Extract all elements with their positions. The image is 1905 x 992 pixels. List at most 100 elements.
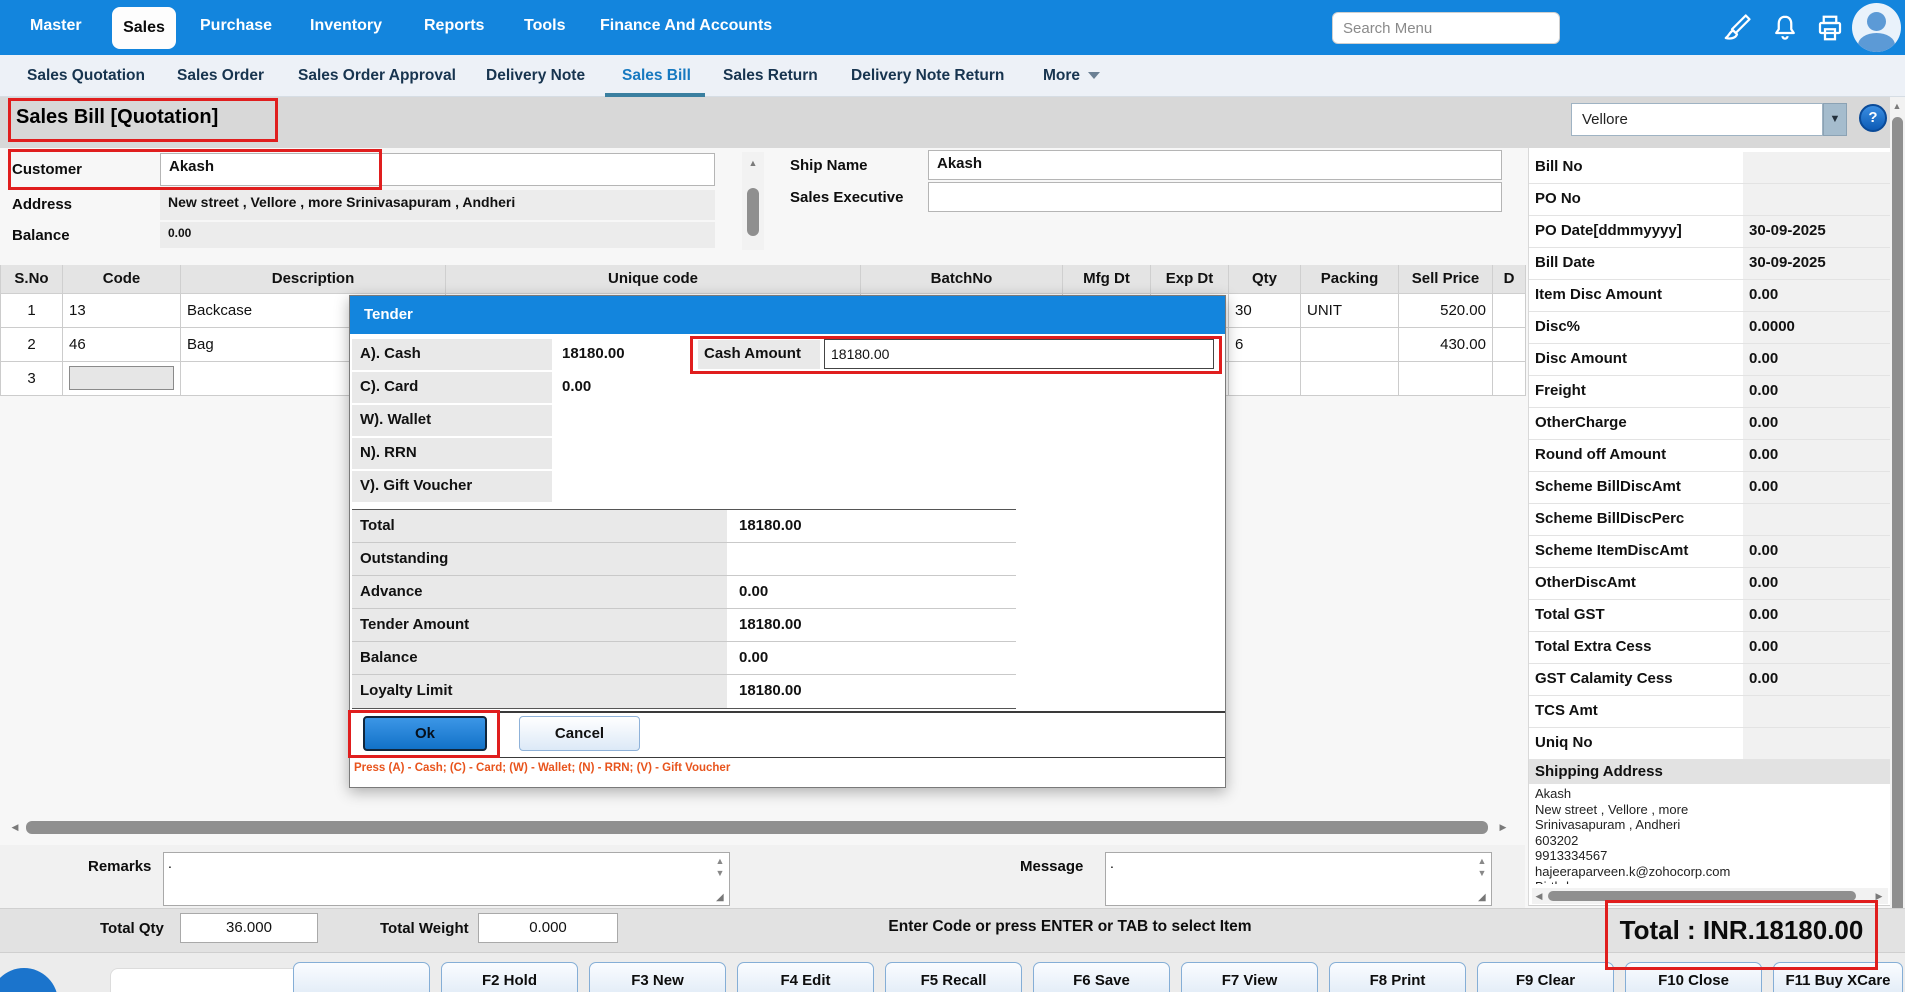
- address-label: Address: [12, 196, 72, 213]
- scrollbar-thumb[interactable]: [26, 821, 1488, 834]
- fn-button-f9-clear[interactable]: F9 Clear: [1477, 962, 1614, 992]
- tender-dialog-title: Tender: [350, 296, 1225, 334]
- cash-amount-input[interactable]: 18180.00: [824, 339, 1214, 369]
- tab-more[interactable]: More: [1043, 67, 1100, 85]
- page-title: Sales Bill [Quotation]: [16, 106, 218, 129]
- resize-grip-icon[interactable]: ◢: [1478, 892, 1486, 903]
- tab-sales-bill-active[interactable]: Sales Bill: [622, 67, 691, 85]
- app-window: Master Sales Purchase Inventory Reports …: [0, 0, 1905, 992]
- panel-row: Uniq No: [1529, 728, 1890, 760]
- panel-row: Freight0.00: [1529, 376, 1890, 408]
- menu-inventory[interactable]: Inventory: [310, 17, 382, 35]
- dialog-separator: [350, 757, 1225, 758]
- menu-reports[interactable]: Reports: [424, 17, 484, 35]
- panel-row: PO No: [1529, 184, 1890, 216]
- fn-button-f3-new[interactable]: F3 New: [589, 962, 726, 992]
- total-qty-value[interactable]: 36.000: [180, 913, 318, 943]
- fn-button-f10-close[interactable]: F10 Close: [1625, 962, 1762, 992]
- notifications-bell-icon[interactable]: [1770, 13, 1800, 43]
- scroll-left-icon[interactable]: ◀: [8, 822, 22, 832]
- customer-input[interactable]: Akash: [160, 153, 715, 186]
- customer-scrollbar[interactable]: ▲: [742, 152, 764, 250]
- panel-row: Item Disc Amount0.00: [1529, 280, 1890, 312]
- tender-summary-table: Total18180.00 Outstanding Advance0.00 Te…: [352, 509, 1016, 709]
- col-exp-dt: Exp Dt: [1151, 265, 1229, 293]
- panel-row: OtherDiscAmt0.00: [1529, 568, 1890, 600]
- fn-button-f5-recall[interactable]: F5 Recall: [885, 962, 1022, 992]
- scrollbar-thumb[interactable]: [747, 188, 759, 236]
- tab-delivery-note-return[interactable]: Delivery Note Return: [851, 67, 1004, 85]
- col-packing: Packing: [1301, 265, 1399, 293]
- col-sell-price: Sell Price: [1399, 265, 1493, 293]
- table-h-scrollbar[interactable]: ◀ ▶: [8, 818, 1512, 836]
- menu-sales-active[interactable]: Sales: [112, 7, 176, 49]
- page-v-scrollbar[interactable]: ▲ ▼: [1890, 97, 1905, 992]
- shipping-address-text: Akash New street , Vellore , more Sriniv…: [1529, 784, 1890, 884]
- tender-cash-value: 18180.00: [562, 339, 625, 362]
- col-mfg-dt: Mfg Dt: [1063, 265, 1151, 293]
- total-weight-value[interactable]: 0.000: [478, 913, 618, 943]
- message-scroll-arrows[interactable]: ▲▼: [1474, 855, 1490, 879]
- scroll-left-icon[interactable]: ◀: [1532, 891, 1546, 901]
- tender-rrn-label: N). RRN: [352, 438, 552, 469]
- fn-button-f2-hold[interactable]: F2 Hold: [441, 962, 578, 992]
- fn-button-f6-save[interactable]: F6 Save: [1033, 962, 1170, 992]
- tab-sales-quotation[interactable]: Sales Quotation: [27, 67, 145, 85]
- theme-brush-icon[interactable]: [1722, 13, 1752, 43]
- tab-sales-return[interactable]: Sales Return: [723, 67, 818, 85]
- ship-name-input[interactable]: Akash: [928, 150, 1502, 180]
- message-textarea[interactable]: .: [1105, 852, 1492, 906]
- menu-tools[interactable]: Tools: [524, 17, 565, 35]
- tab-sales-order-approval[interactable]: Sales Order Approval: [298, 67, 456, 85]
- balance-label: Balance: [12, 227, 70, 244]
- panel-row: Disc%0.0000: [1529, 312, 1890, 344]
- branch-select-arrow-icon[interactable]: ▼: [1823, 103, 1847, 136]
- menu-finance-accounts[interactable]: Finance And Accounts: [600, 17, 772, 35]
- user-avatar[interactable]: [1852, 3, 1901, 52]
- search-input[interactable]: [1332, 12, 1560, 44]
- help-icon[interactable]: ?: [1859, 104, 1887, 132]
- scrollbar-thumb[interactable]: [1548, 891, 1856, 901]
- menu-master[interactable]: Master: [30, 17, 82, 35]
- tender-shortcut-hint: Press (A) - Cash; (C) - Card; (W) - Wall…: [354, 762, 730, 774]
- summary-row-advance: Advance0.00: [352, 576, 1016, 609]
- col-description: Description: [181, 265, 446, 293]
- remarks-textarea[interactable]: .: [163, 852, 730, 906]
- sales-executive-input[interactable]: [928, 182, 1502, 212]
- col-sno: S.No: [1, 265, 63, 293]
- panel-h-scrollbar[interactable]: ◀ ▶: [1532, 888, 1888, 904]
- items-header-row: S.No Code Description Unique code BatchN…: [1, 265, 1526, 293]
- balance-value: 0.00: [160, 222, 715, 248]
- scroll-up-icon[interactable]: ▲: [746, 158, 760, 168]
- fn-button-f4-edit[interactable]: F4 Edit: [737, 962, 874, 992]
- panel-row: TCS Amt: [1529, 696, 1890, 728]
- tender-card-label: C). Card: [352, 372, 552, 403]
- scroll-up-icon[interactable]: ▲: [1890, 101, 1904, 111]
- remarks-scroll-arrows[interactable]: ▲▼: [712, 855, 728, 879]
- tender-wallet-label: W). Wallet: [352, 405, 552, 436]
- message-label: Message: [1020, 858, 1083, 875]
- resize-grip-icon[interactable]: ◢: [716, 892, 724, 903]
- panel-row: GST Calamity Cess0.00: [1529, 664, 1890, 696]
- fn-button-f11-buy-xcare[interactable]: F11 Buy XCare: [1773, 962, 1903, 992]
- tab-delivery-note[interactable]: Delivery Note: [486, 67, 585, 85]
- top-menu-bar: Master Sales Purchase Inventory Reports …: [0, 0, 1905, 55]
- fn-button-blank[interactable]: [293, 962, 430, 992]
- cancel-button[interactable]: Cancel: [519, 716, 640, 751]
- menu-purchase[interactable]: Purchase: [200, 17, 272, 35]
- fn-button-f7-view[interactable]: F7 View: [1181, 962, 1318, 992]
- focused-code-cell[interactable]: [69, 366, 174, 390]
- fn-button-f8-print[interactable]: F8 Print: [1329, 962, 1466, 992]
- remarks-label: Remarks: [88, 858, 151, 875]
- branch-select[interactable]: Vellore: [1571, 103, 1823, 136]
- panel-row: Round off Amount0.00: [1529, 440, 1890, 472]
- ok-button[interactable]: Ok: [363, 716, 487, 751]
- tender-card-value: 0.00: [562, 372, 591, 395]
- tab-sales-order[interactable]: Sales Order: [177, 67, 264, 85]
- print-icon[interactable]: [1815, 13, 1845, 43]
- scroll-right-icon[interactable]: ▶: [1496, 822, 1510, 832]
- col-disc: D: [1493, 265, 1526, 293]
- scrollbar-thumb[interactable]: [1892, 117, 1903, 962]
- summary-row-loyalty-limit: Loyalty Limit18180.00: [352, 675, 1016, 708]
- scroll-right-icon[interactable]: ▶: [1872, 891, 1886, 901]
